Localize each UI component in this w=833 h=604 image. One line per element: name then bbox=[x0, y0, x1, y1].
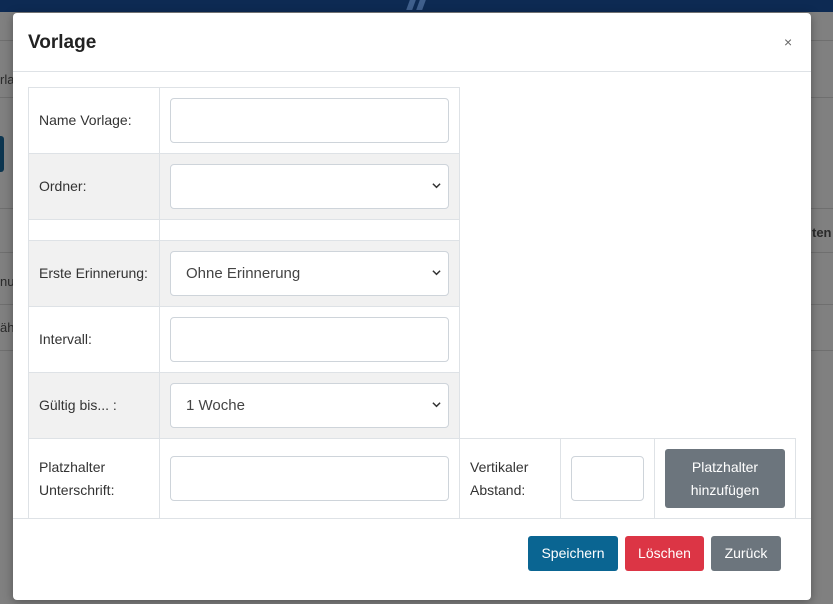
save-button[interactable]: Speichern bbox=[528, 536, 618, 571]
first-reminder-label: Erste Erinnerung: bbox=[39, 265, 148, 281]
form-row-name: Name Vorlage: bbox=[28, 87, 796, 154]
interval-label: Intervall: bbox=[39, 331, 92, 347]
folder-select[interactable] bbox=[170, 164, 449, 209]
form-row-valid-until: Gültig bis... : 1 Woche bbox=[28, 372, 796, 439]
close-icon[interactable]: × bbox=[784, 34, 792, 50]
form-row-spacer bbox=[28, 219, 796, 241]
app-logo bbox=[404, 0, 434, 10]
back-button[interactable]: Zurück bbox=[711, 536, 781, 571]
name-label: Name Vorlage: bbox=[39, 112, 132, 128]
chevron-down-icon bbox=[432, 183, 441, 189]
valid-until-select-value: 1 Woche bbox=[186, 397, 245, 414]
form-row-folder: Ordner: bbox=[28, 153, 796, 220]
dialog-header: Vorlage × bbox=[13, 13, 811, 72]
chevron-down-icon bbox=[432, 402, 441, 408]
delete-button[interactable]: Löschen bbox=[625, 536, 704, 571]
first-reminder-select-value: Ohne Erinnerung bbox=[186, 265, 301, 282]
valid-until-label: Gültig bis... : bbox=[39, 397, 117, 413]
first-reminder-select[interactable]: Ohne Erinnerung bbox=[170, 251, 449, 296]
template-dialog: Vorlage × Name Vorlage: Ordner: Erste Er… bbox=[13, 13, 811, 600]
interval-input[interactable] bbox=[170, 317, 449, 362]
form-row-first-reminder: Erste Erinnerung: Ohne Erinnerung bbox=[28, 240, 796, 307]
placeholder-signature-label: Platzhalter Unterschrift: bbox=[39, 458, 115, 498]
dialog-footer: Speichern Löschen Zurück bbox=[13, 518, 811, 600]
chevron-down-icon bbox=[432, 270, 441, 276]
vertical-spacing-label: Vertikaler Abstand: bbox=[470, 458, 529, 498]
add-placeholder-button[interactable]: Platzhalter hinzufügen bbox=[665, 449, 785, 508]
name-input[interactable] bbox=[170, 98, 449, 143]
vertical-spacing-input[interactable] bbox=[571, 456, 644, 501]
form-row-placeholder: Platzhalter Unterschrift: Vertikaler Abs… bbox=[28, 438, 796, 519]
app-topbar bbox=[0, 0, 833, 12]
valid-until-select[interactable]: 1 Woche bbox=[170, 383, 449, 428]
background-text-fragment: ten bbox=[812, 225, 832, 240]
dialog-title: Vorlage bbox=[28, 32, 97, 53]
form-row-interval: Intervall: bbox=[28, 306, 796, 373]
background-button bbox=[0, 136, 4, 172]
template-form: Name Vorlage: Ordner: Erste Erinnerung: bbox=[28, 87, 796, 519]
folder-label: Ordner: bbox=[39, 178, 87, 194]
placeholder-signature-input[interactable] bbox=[170, 456, 449, 501]
